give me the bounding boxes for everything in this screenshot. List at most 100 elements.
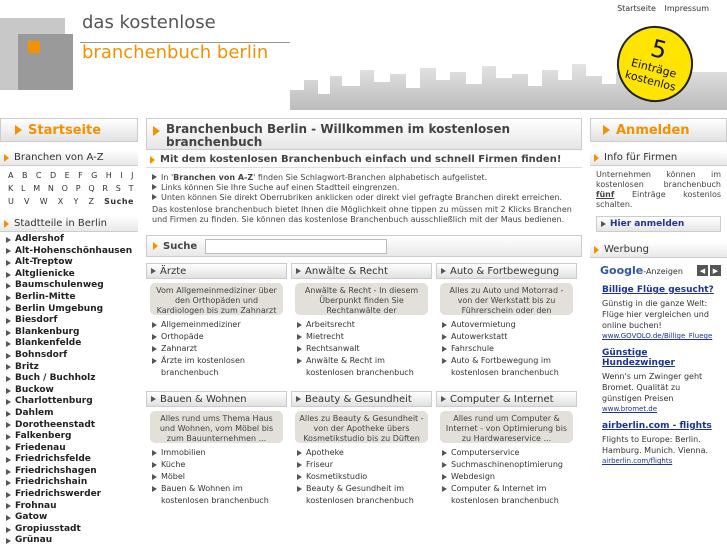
district-link[interactable]: Friedrichshain: [6, 477, 138, 489]
logo-text-top[interactable]: das kostenlose: [82, 12, 216, 33]
ad-url-link[interactable]: www.GOVOLO.de/Billige_Fluege: [602, 332, 721, 340]
category-item-link[interactable]: Computerservice: [442, 447, 577, 459]
az-letter[interactable]: C: [36, 169, 42, 182]
az-letter[interactable]: T: [129, 182, 134, 195]
anmelden-button[interactable]: Anmelden: [590, 118, 727, 142]
district-link[interactable]: Britz: [6, 362, 138, 374]
district-link[interactable]: Blankenfelde: [6, 338, 138, 350]
category-item-link[interactable]: Autowerkstatt: [442, 331, 577, 343]
district-link[interactable]: Gropiusstadt: [6, 524, 138, 536]
toplink-impressum[interactable]: Impressum: [665, 4, 709, 13]
az-letter[interactable]: Y: [73, 195, 78, 208]
ads-next-icon[interactable]: ▶: [710, 265, 721, 276]
category-header[interactable]: Auto & Fortbewegung: [436, 263, 577, 279]
category-header[interactable]: Anwälte & Recht: [291, 263, 432, 279]
logo-text-bottom[interactable]: branchenbuch berlin: [82, 42, 268, 63]
category-item-link[interactable]: Orthopäde: [152, 331, 287, 343]
district-link[interactable]: Bohnsdorf: [6, 350, 138, 362]
category-item-link[interactable]: Arbeitsrecht: [297, 319, 432, 331]
district-link[interactable]: Falkenberg: [6, 431, 138, 443]
az-letter[interactable]: B: [22, 169, 28, 182]
az-letter[interactable]: H: [106, 169, 113, 182]
ads-prev-icon[interactable]: ◀: [697, 265, 708, 276]
district-link[interactable]: Altglienicke: [6, 269, 138, 281]
az-letter[interactable]: P: [76, 182, 81, 195]
category-item-link[interactable]: Anwälte & Recht im kostenlosen branchenb…: [297, 355, 432, 379]
category-item-link[interactable]: Fahrschule: [442, 343, 577, 355]
district-link[interactable]: Berlin-Mitte: [6, 292, 138, 304]
az-letter[interactable]: S: [116, 182, 122, 195]
az-letter[interactable]: V: [24, 195, 30, 208]
category-item-link[interactable]: Friseur: [297, 459, 432, 471]
category-item-link[interactable]: Küche: [152, 459, 287, 471]
district-link[interactable]: Baumschulenweg: [6, 280, 138, 292]
district-link[interactable]: Alt-Hohenschönhausen: [6, 246, 138, 258]
district-link[interactable]: Friedrichsfelde: [6, 454, 138, 466]
category-item-link[interactable]: Beauty & Gesundheit im kostenlosen branc…: [297, 483, 432, 507]
category-item-link[interactable]: Suchmaschinenoptimierung: [442, 459, 577, 471]
az-letter[interactable]: G: [91, 169, 98, 182]
district-link[interactable]: Berlin Umgebung: [6, 304, 138, 316]
startseite-button[interactable]: Startseite: [0, 118, 138, 142]
district-link[interactable]: Grünau: [6, 535, 138, 545]
category-item-link[interactable]: Autovermietung: [442, 319, 577, 331]
az-letter[interactable]: X: [58, 195, 64, 208]
az-letter[interactable]: L: [21, 182, 26, 195]
az-letter[interactable]: W: [40, 195, 48, 208]
category-header[interactable]: Ärzte: [146, 263, 287, 279]
az-letter[interactable]: K: [8, 182, 14, 195]
hier-anmelden-button[interactable]: Hier anmelden: [596, 216, 721, 232]
ad-title-link[interactable]: airberlin.com - flights: [602, 421, 721, 431]
category-item-link[interactable]: Rechtsanwalt: [297, 343, 432, 355]
category-header[interactable]: Beauty & Gesundheit: [291, 391, 432, 407]
az-letter[interactable]: D: [50, 169, 57, 182]
district-link[interactable]: Frohnau: [6, 501, 138, 513]
az-letter[interactable]: O: [62, 182, 69, 195]
search-input[interactable]: [205, 238, 388, 254]
category-item-link[interactable]: Möbel: [152, 471, 287, 483]
az-letter[interactable]: F: [78, 169, 83, 182]
district-link[interactable]: Blankenburg: [6, 327, 138, 339]
category-item-link[interactable]: Kosmetikstudio: [297, 471, 432, 483]
category-header[interactable]: Computer & Internet: [436, 391, 577, 407]
google-ads-label[interactable]: Google-Anzeigen: [600, 264, 683, 277]
district-link[interactable]: Charlottenburg: [6, 396, 138, 408]
az-search-link[interactable]: Suche: [104, 195, 134, 208]
az-letter[interactable]: N: [48, 182, 54, 195]
ad-url-link[interactable]: www.bromet.de: [602, 405, 721, 413]
district-link[interactable]: Friedrichswerder: [6, 489, 138, 501]
district-link[interactable]: Dorotheenstadt: [6, 420, 138, 432]
az-letter[interactable]: R: [102, 182, 108, 195]
toplink-startseite[interactable]: Startseite: [617, 4, 656, 13]
az-letter[interactable]: I: [120, 169, 123, 182]
district-link[interactable]: Friedenau: [6, 443, 138, 455]
ad-title-link[interactable]: Günstige Hundezwinger: [602, 348, 721, 368]
ad-url-link[interactable]: airberlin.com/flights: [602, 457, 721, 465]
ad-title-link[interactable]: Billige Flüge gesucht?: [602, 285, 721, 295]
category-item-link[interactable]: Zahnarzt: [152, 343, 287, 355]
az-letter[interactable]: A: [8, 169, 14, 182]
category-item-link[interactable]: Webdesign: [442, 471, 577, 483]
az-letter[interactable]: Q: [88, 182, 95, 195]
category-item-link[interactable]: Ärzte im kostenlosen branchenbuch: [152, 355, 287, 379]
district-link[interactable]: Alt-Treptow: [6, 257, 138, 269]
category-item-link[interactable]: Bauen & Wohnen im kostenlosen branchenbu…: [152, 483, 287, 507]
district-link[interactable]: Biesdorf: [6, 315, 138, 327]
category-item-link[interactable]: Mietrecht: [297, 331, 432, 343]
category-item-link[interactable]: Apotheke: [297, 447, 432, 459]
category-item-link[interactable]: Immobilien: [152, 447, 287, 459]
category-header[interactable]: Bauen & Wohnen: [146, 391, 287, 407]
district-link[interactable]: Adlershof: [6, 234, 138, 246]
category-item-link[interactable]: Computer & Internet im kostenlosen branc…: [442, 483, 577, 507]
district-link[interactable]: Gatow: [6, 512, 138, 524]
district-link[interactable]: Friedrichshagen: [6, 466, 138, 478]
district-link[interactable]: Dahlem: [6, 408, 138, 420]
az-letter[interactable]: M: [33, 182, 40, 195]
district-link[interactable]: Buckow: [6, 385, 138, 397]
az-letter[interactable]: E: [65, 169, 71, 182]
az-letter[interactable]: Z: [89, 195, 95, 208]
category-item-link[interactable]: Auto & Fortbewegung im kostenlosen branc…: [442, 355, 577, 379]
district-link[interactable]: Buch / Buchholz: [6, 373, 138, 385]
category-item-link[interactable]: Allgemeinmediziner: [152, 319, 287, 331]
az-letter[interactable]: U: [8, 195, 14, 208]
